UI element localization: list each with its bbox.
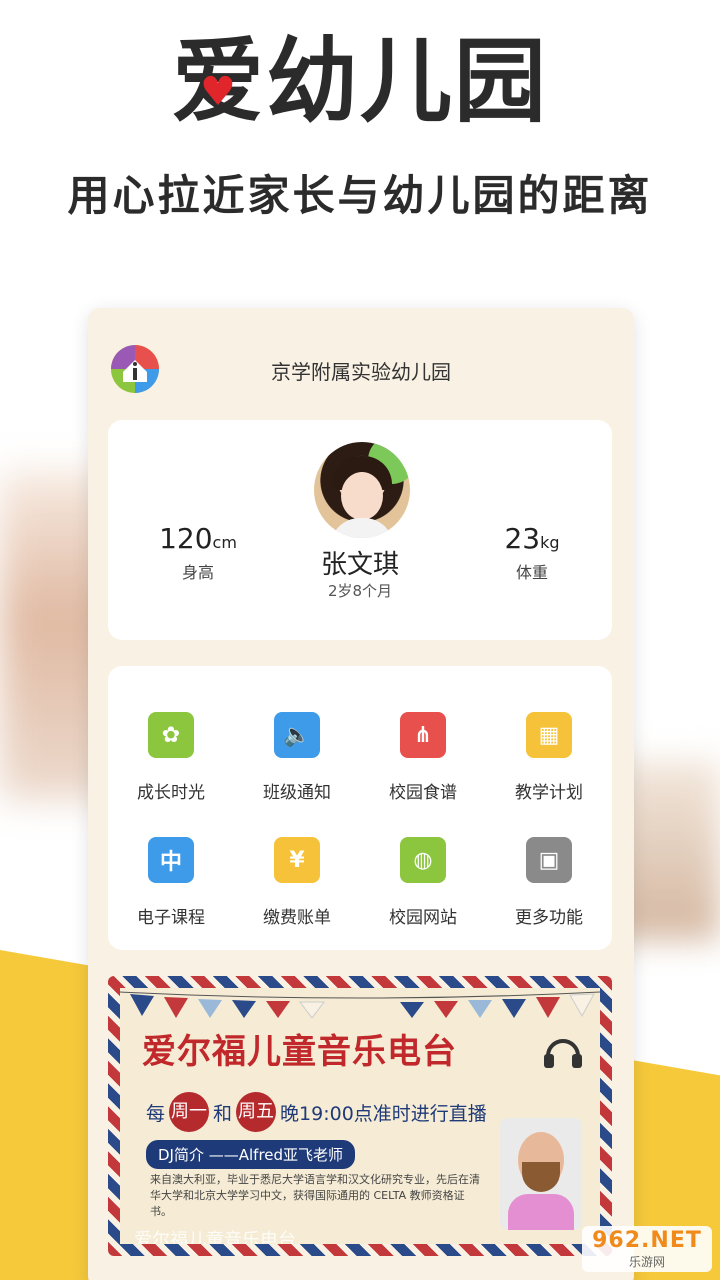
function-label: 校园网站 xyxy=(389,908,457,928)
globe-icon: ◍ xyxy=(400,837,446,883)
function-menu-card: ✿ 成长时光 🔈 班级通知 ⋔ 校园食谱 ▦ 教学计划 中 电子课程 ¥ 缴费账… xyxy=(108,666,612,950)
function-label: 缴费账单 xyxy=(263,908,331,928)
bill-icon: ¥ xyxy=(274,837,320,883)
banner-content: 爱尔福儿童音乐电台 每 周一 和 周五 晚19:00点准时进行直播 DJ简介 —… xyxy=(120,988,600,1244)
weight-unit: kg xyxy=(540,533,560,552)
watermark-line2: 乐游网 xyxy=(628,1255,665,1269)
site-watermark: 962.NET 乐游网 xyxy=(582,1226,712,1272)
function-item-notice[interactable]: 🔈 班级通知 xyxy=(234,712,360,803)
function-item-more[interactable]: ▣ 更多功能 xyxy=(486,837,612,928)
logo-ai-char: 爱 ♥ xyxy=(172,22,266,142)
function-label: 电子课程 xyxy=(137,908,205,928)
dj-description: 来自澳大利亚，毕业于悉尼大学语言学和汉文化研究专业，先后在清华大学和北京大学学习… xyxy=(150,1173,480,1218)
logo-text: 幼儿园 xyxy=(266,28,549,135)
function-item-plan[interactable]: ▦ 教学计划 xyxy=(486,712,612,803)
translate-icon: 中 xyxy=(148,837,194,883)
slogan: 用心拉近家长与幼儿园的距离 xyxy=(67,171,653,220)
banner-title: 爱尔福儿童音乐电台 xyxy=(142,1032,457,1072)
weight-stat: 23kg 体重 xyxy=(452,522,612,583)
schedule-suffix: 晚19:00点准时进行直播 xyxy=(280,1102,487,1125)
sprout-icon: ✿ xyxy=(148,712,194,758)
app-screen: 京学附属实验幼儿园 120cm 身高 张文琪 2岁8个月 23kg 体重 ✿ 成… xyxy=(88,308,634,1280)
function-item-growth[interactable]: ✿ 成长时光 xyxy=(108,712,234,803)
banner-caption: 爱尔福儿童音乐电台 xyxy=(134,1230,296,1244)
avatar-face xyxy=(341,472,383,520)
dj-body xyxy=(508,1194,574,1230)
weight-value: 23 xyxy=(504,522,541,555)
bunting-flags xyxy=(120,991,600,1018)
child-profile-card[interactable]: 120cm 身高 张文琪 2岁8个月 23kg 体重 xyxy=(108,420,612,640)
function-grid: ✿ 成长时光 🔈 班级通知 ⋔ 校园食谱 ▦ 教学计划 中 电子课程 ¥ 缴费账… xyxy=(108,712,612,928)
weight-label: 体重 xyxy=(515,563,548,582)
app-logo: 爱 ♥ 幼儿园 xyxy=(0,22,720,142)
headphone-icon xyxy=(544,1039,582,1068)
dj-beard xyxy=(522,1162,560,1192)
grid-icon: ▣ xyxy=(526,837,572,883)
child-age: 2岁8个月 xyxy=(327,582,393,600)
function-label: 班级通知 xyxy=(263,783,331,803)
dj-photo xyxy=(500,1118,582,1230)
function-label: 教学计划 xyxy=(515,783,583,803)
day-badge-friday: 周五 xyxy=(236,1092,277,1132)
utensils-icon: ⋔ xyxy=(400,712,446,758)
school-name: 京学附属实验幼儿园 xyxy=(271,360,451,384)
function-item-menu[interactable]: ⋔ 校园食谱 xyxy=(360,712,486,803)
function-label: 成长时光 xyxy=(137,783,205,803)
day-badge-monday: 周一 xyxy=(169,1092,210,1132)
function-label: 更多功能 xyxy=(515,908,583,928)
avatar-shirt xyxy=(330,518,394,538)
child-avatar[interactable] xyxy=(314,442,410,538)
function-item-bill[interactable]: ¥ 缴费账单 xyxy=(234,837,360,928)
broadcast-schedule: 每 周一 和 周五 晚19:00点准时进行直播 xyxy=(146,1092,487,1132)
schedule-prefix: 每 xyxy=(146,1102,166,1125)
dj-intro-tag: DJ简介 ——Alfred亚飞老师 xyxy=(146,1140,356,1169)
calendar-icon: ▦ xyxy=(526,712,572,758)
speaker-icon: 🔈 xyxy=(274,712,320,758)
radio-banner[interactable]: 爱尔福儿童音乐电台 每 周一 和 周五 晚19:00点准时进行直播 DJ简介 —… xyxy=(108,976,612,1256)
function-label: 校园食谱 xyxy=(389,783,457,803)
app-header: 京学附属实验幼儿园 xyxy=(88,308,634,420)
function-item-course[interactable]: 中 电子课程 xyxy=(108,837,234,928)
watermark-line1: 962.NET xyxy=(592,1228,702,1253)
heart-icon: ♥ xyxy=(200,68,238,115)
function-item-website[interactable]: ◍ 校园网站 xyxy=(360,837,486,928)
schedule-and: 和 xyxy=(213,1102,233,1125)
